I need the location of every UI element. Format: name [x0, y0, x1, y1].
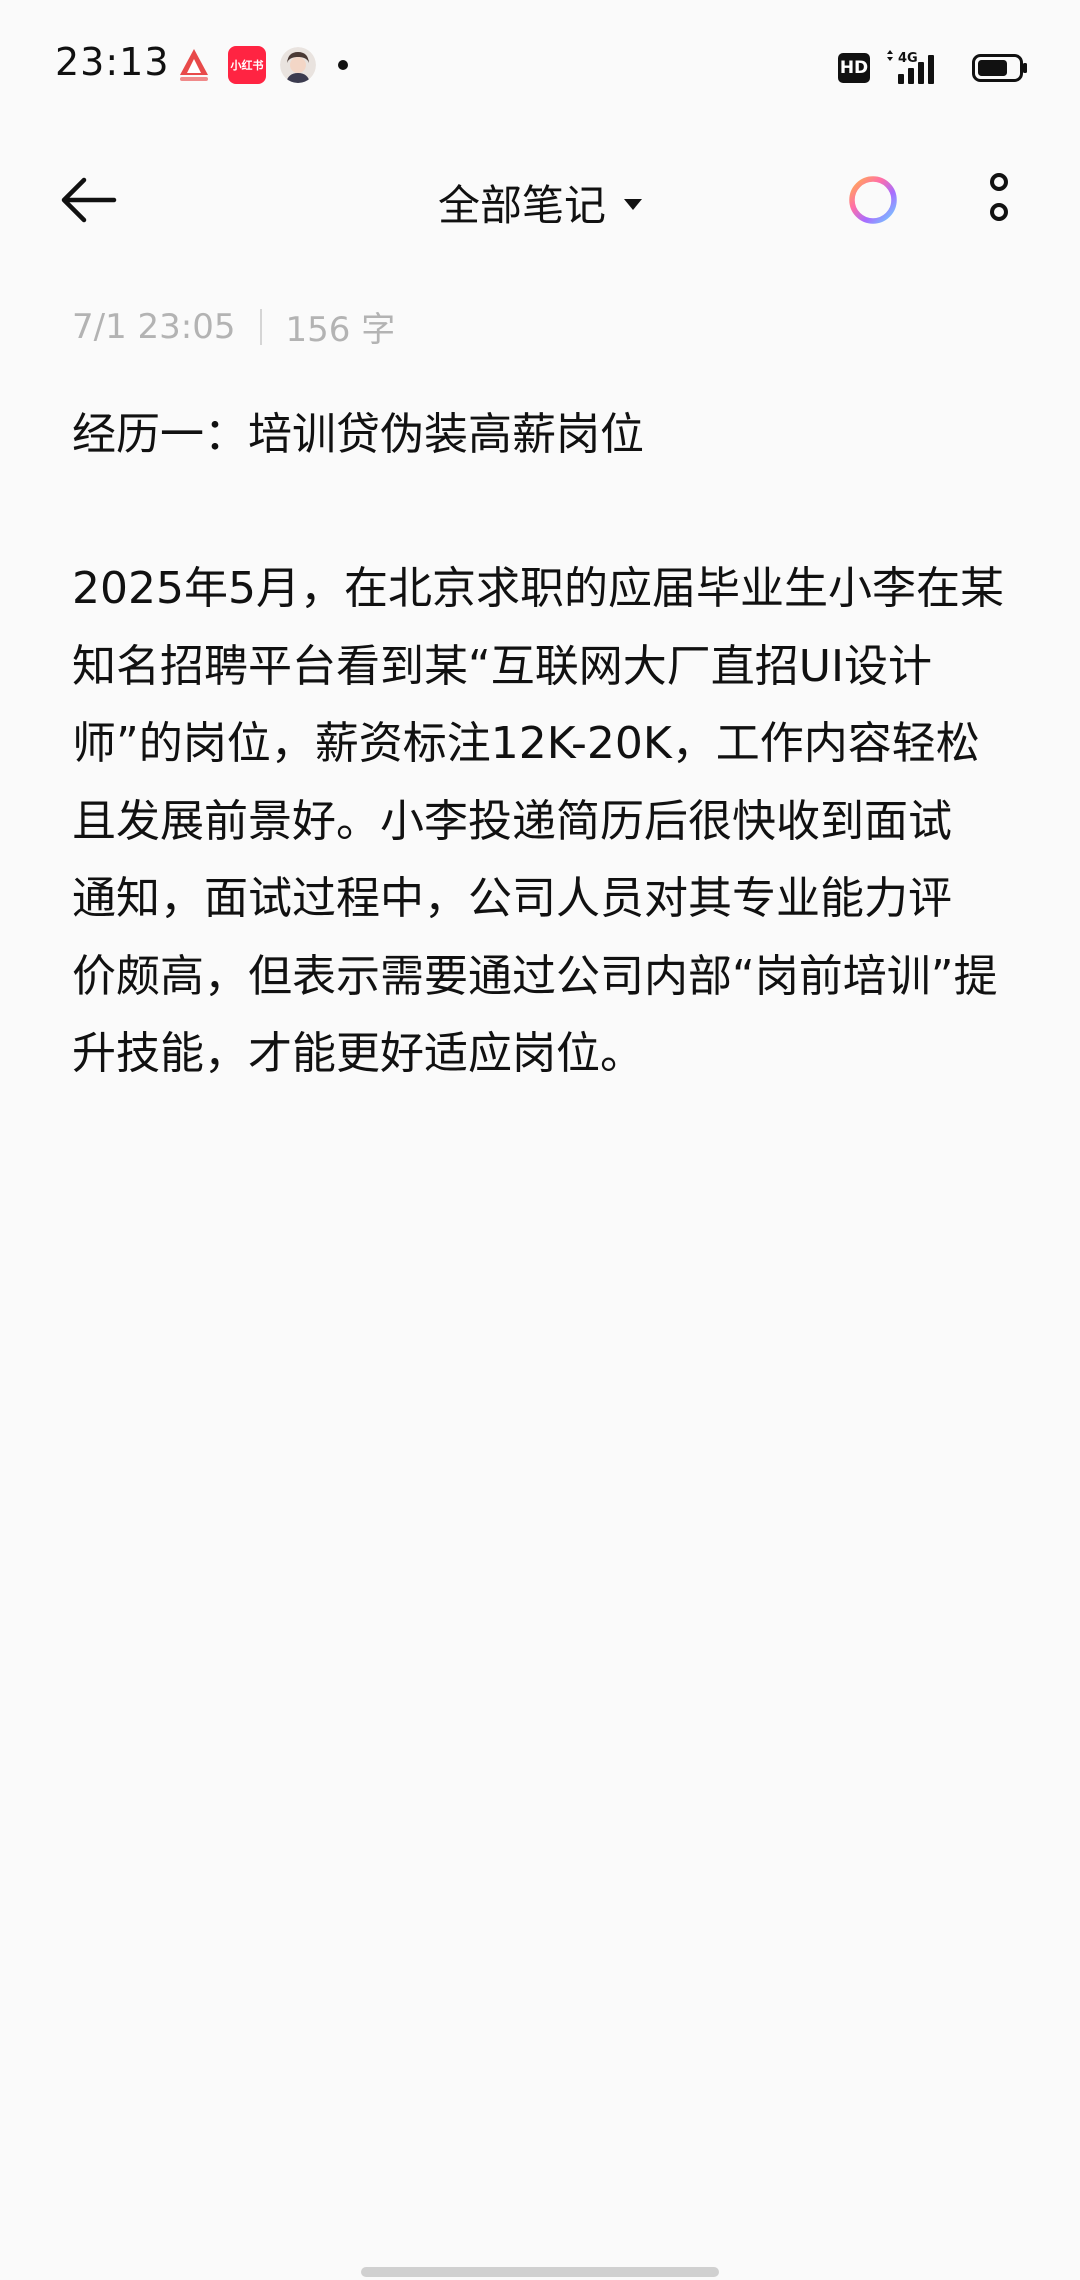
note-meta: 7/1 23:05 156 字	[72, 302, 395, 351]
note-title[interactable]: 经历一：培训贷伪装高薪岗位	[72, 398, 644, 462]
notification-icons: 小红书	[174, 45, 348, 85]
dot-icon	[338, 60, 348, 70]
network-label: 4G	[898, 51, 918, 66]
note-date: 7/1 23:05	[72, 306, 236, 347]
home-indicator[interactable]	[361, 2267, 719, 2277]
note-body-line: 且发展前景好。小李投递简历后很快收到面试	[72, 795, 952, 847]
note-body-line: 知名招聘平台看到某“互联网大厂直招UI设计	[72, 640, 932, 692]
header-bar: 全部笔记	[0, 150, 1080, 250]
color-ring-icon[interactable]	[846, 173, 900, 227]
caret-down-icon	[624, 199, 642, 210]
note-body-line: 师”的岗位，薪资标注12K-20K，工作内容轻松	[72, 718, 980, 769]
signal-icon: 4G	[887, 50, 934, 84]
note-body-line: 升技能，才能更好适应岗位。	[72, 1028, 644, 1079]
status-right-icons: HD 4G	[838, 50, 1028, 86]
note-body[interactable]: 2025年5月，在北京求职的应届毕业生小李在某 知名招聘平台看到某“互联网大厂直…	[72, 550, 1012, 1093]
note-body-line: 价颇高，但表示需要通过公司内部“岗前培训”提	[72, 950, 998, 1002]
hd-icon: HD	[838, 53, 870, 83]
app-a-icon	[180, 49, 208, 81]
battery-icon	[972, 54, 1027, 82]
word-count: 156 字	[285, 310, 396, 350]
note-body-line: 2025年5月，在北京求职的应届毕业生小李在某	[72, 563, 1004, 614]
meta-divider	[259, 308, 262, 345]
note-body-line: 通知，面试过程中，公司人员对其专业能力评	[72, 873, 952, 924]
status-bar: 23:13 小红书 HD 4G	[0, 0, 1080, 130]
more-options-icon[interactable]	[978, 170, 1020, 230]
notes-filter-dropdown[interactable]: 全部笔记	[0, 172, 1080, 233]
page-title: 全部笔记	[437, 181, 606, 230]
xiaohongshu-icon: 小红书	[228, 46, 266, 84]
status-time: 23:13	[55, 40, 170, 84]
avatar-icon	[280, 47, 316, 83]
